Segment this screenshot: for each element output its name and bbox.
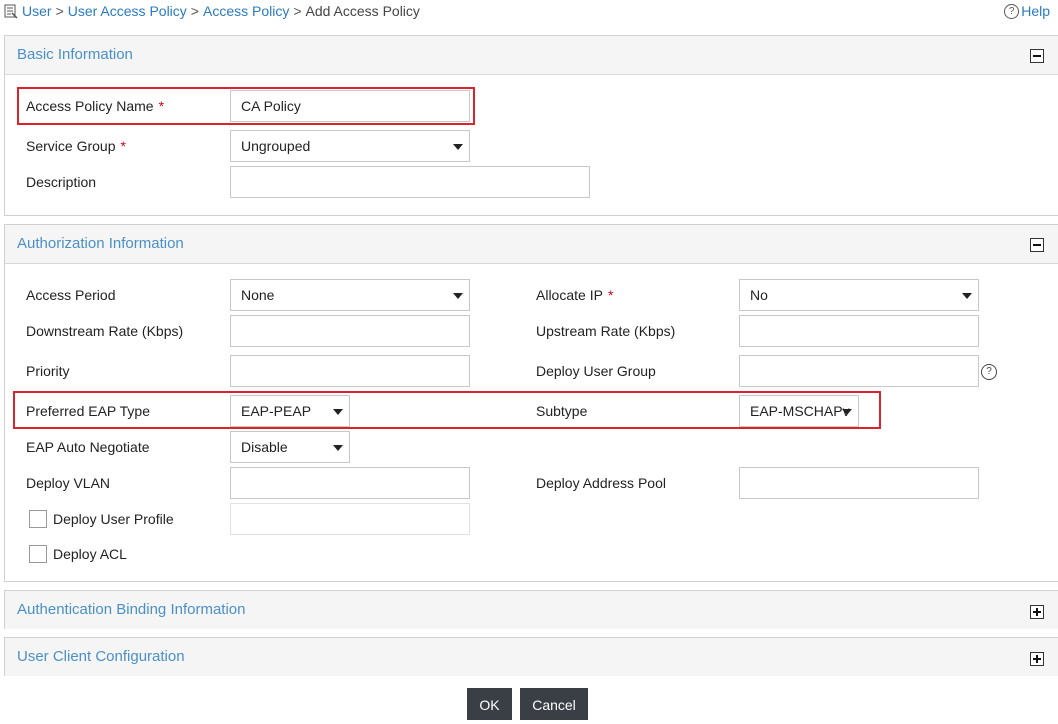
eap-auto-negotiate-value: Disable — [241, 439, 288, 455]
required-mark: * — [607, 287, 614, 303]
deploy-acl-label: Deploy ACL — [53, 546, 127, 562]
deploy-vlan-input[interactable] — [230, 467, 470, 499]
deploy-vlan-label: Deploy VLAN — [26, 475, 111, 491]
priority-input[interactable] — [230, 355, 470, 387]
allocate-ip-select[interactable]: No — [739, 279, 979, 311]
expand-client-icon[interactable] — [1030, 652, 1044, 666]
deploy-user-group-label: Deploy User Group — [536, 363, 656, 379]
deploy-user-profile-checkbox[interactable] — [29, 510, 47, 528]
dropdown-caret-icon — [962, 293, 972, 299]
dropdown-caret-icon — [333, 409, 343, 415]
authentication-binding-title: Authentication Binding Information — [17, 601, 246, 618]
deploy-address-pool-input[interactable] — [739, 467, 979, 499]
dropdown-caret-icon — [842, 409, 852, 415]
breadcrumb-link-user-access-policy[interactable]: User Access Policy — [68, 3, 187, 19]
help-link[interactable]: ? Help — [1004, 3, 1050, 19]
upstream-rate-input[interactable] — [739, 315, 979, 347]
authentication-binding-panel: Authentication Binding Information — [4, 590, 1058, 629]
help-icon: ? — [1004, 3, 1020, 19]
required-mark: * — [158, 98, 165, 114]
service-group-select[interactable]: Ungrouped — [230, 130, 470, 162]
policy-name-input[interactable]: CA Policy — [230, 90, 470, 122]
document-icon — [4, 4, 18, 19]
deploy-user-profile-label: Deploy User Profile — [53, 511, 174, 527]
dropdown-caret-icon — [333, 445, 343, 451]
collapse-basic-icon[interactable] — [1030, 49, 1044, 63]
upstream-rate-label: Upstream Rate (Kbps) — [536, 323, 676, 339]
user-client-configuration-header[interactable]: User Client Configuration — [5, 638, 1058, 676]
access-period-label: Access Period — [26, 287, 116, 303]
required-mark: * — [120, 138, 126, 154]
question-icon[interactable]: ? — [981, 364, 997, 380]
expand-binding-icon[interactable] — [1030, 605, 1044, 619]
breadcrumb-current: Add Access Policy — [305, 3, 420, 19]
breadcrumb-separator: > — [293, 3, 302, 19]
service-group-value: Ungrouped — [241, 138, 311, 154]
eap-auto-negotiate-label: EAP Auto Negotiate — [26, 439, 150, 455]
deploy-acl-checkbox[interactable] — [29, 545, 47, 563]
allocate-ip-value: No — [750, 287, 768, 303]
downstream-rate-input[interactable] — [230, 315, 470, 347]
cancel-button[interactable]: Cancel — [520, 688, 588, 720]
ok-button[interactable]: OK — [467, 688, 512, 720]
dropdown-caret-icon — [453, 144, 463, 150]
downstream-rate-label: Downstream Rate (Kbps) — [26, 323, 184, 339]
priority-label: Priority — [26, 363, 70, 379]
policy-name-label: Access Policy Name * — [26, 98, 165, 114]
preferred-eap-type-select[interactable]: EAP-PEAP — [230, 395, 350, 427]
breadcrumb-separator: > — [55, 3, 64, 19]
subtype-value: EAP-MSCHAPv — [750, 403, 850, 419]
deploy-address-pool-label: Deploy Address Pool — [536, 475, 666, 491]
basic-information-title: Basic Information — [17, 46, 133, 63]
breadcrumb-separator: > — [190, 3, 199, 19]
user-client-configuration-panel: User Client Configuration — [4, 637, 1058, 676]
description-label: Description — [26, 174, 97, 190]
service-group-label: Service Group * — [26, 138, 126, 154]
user-client-configuration-title: User Client Configuration — [17, 648, 185, 665]
preferred-eap-type-label: Preferred EAP Type — [26, 403, 150, 419]
eap-auto-negotiate-select[interactable]: Disable — [230, 431, 350, 463]
preferred-eap-type-value: EAP-PEAP — [241, 403, 312, 419]
access-period-select[interactable]: None — [230, 279, 470, 311]
description-input[interactable] — [230, 166, 590, 198]
breadcrumb: User > User Access Policy > Access Polic… — [4, 3, 420, 19]
breadcrumb-link-user[interactable]: User — [22, 3, 52, 19]
collapse-authorization-icon[interactable] — [1030, 238, 1044, 252]
authorization-information-header[interactable]: Authorization Information — [5, 225, 1058, 264]
authorization-information-title: Authorization Information — [17, 235, 184, 252]
breadcrumb-link-access-policy[interactable]: Access Policy — [203, 3, 289, 19]
basic-information-header[interactable]: Basic Information — [5, 36, 1058, 75]
allocate-ip-label: Allocate IP * — [536, 287, 614, 303]
subtype-label: Subtype — [536, 403, 588, 419]
help-label: Help — [1021, 3, 1050, 19]
access-period-value: None — [241, 287, 275, 303]
deploy-user-group-input[interactable] — [739, 355, 979, 387]
deploy-user-profile-input — [230, 503, 470, 535]
dropdown-caret-icon — [453, 293, 463, 299]
authentication-binding-header[interactable]: Authentication Binding Information — [5, 591, 1058, 629]
subtype-select[interactable]: EAP-MSCHAPv — [739, 395, 859, 427]
